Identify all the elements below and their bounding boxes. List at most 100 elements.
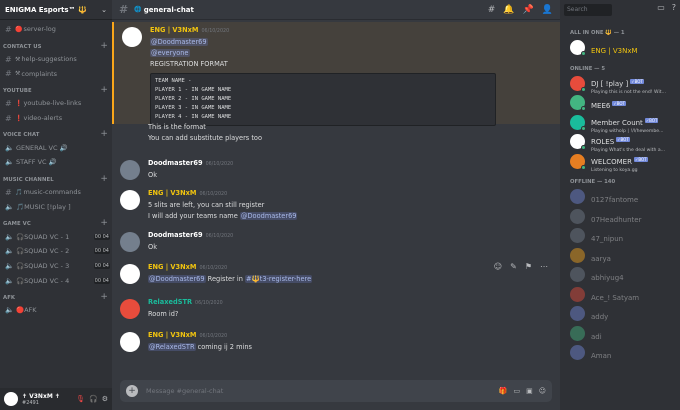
channel-label: 🎧SQUAD VC - 2	[16, 247, 70, 256]
add-channel-icon[interactable]: +	[100, 292, 108, 301]
channel-label: 🔴AFK	[16, 306, 37, 315]
channel-item-5[interactable]: # ❗ youtube-live-links	[0, 96, 112, 111]
bell-icon[interactable]: 🔔	[503, 5, 514, 15]
add-channel-icon[interactable]: +	[100, 219, 108, 228]
gif-icon[interactable]: ▭	[513, 387, 520, 395]
add-channel-icon[interactable]: +	[100, 174, 108, 183]
add-reaction-icon[interactable]: ☺	[494, 262, 502, 271]
channel-item-0[interactable]: # 🔴 server-log	[0, 22, 112, 37]
channel-item-14[interactable]: 🔈 🎧SQUAD VC - 1 00 04	[0, 229, 112, 244]
member-item[interactable]: 47_nipun	[560, 226, 680, 246]
avatar[interactable]	[120, 232, 140, 252]
category-4[interactable]: YOUTUBE +	[0, 81, 112, 96]
avatar[interactable]	[122, 27, 142, 47]
message-timestamp: 06/10/2020	[201, 29, 230, 34]
member-item[interactable]: aarya	[560, 246, 680, 266]
member-item[interactable]: Ace_! Satyam	[560, 285, 680, 305]
message-text: I will add your teams name	[148, 212, 240, 220]
member-item[interactable]: addy	[560, 304, 680, 324]
member-name: adi	[591, 332, 602, 341]
avatar[interactable]	[120, 332, 140, 352]
channel-item-6[interactable]: # ❗ video-alerts	[0, 111, 112, 126]
message-author[interactable]: Doodmaster69	[148, 159, 203, 167]
mute-icon[interactable]: 🎙	[76, 395, 85, 403]
message-text: You can add substitute players too	[148, 134, 262, 142]
inbox-icon[interactable]: ▭	[657, 3, 665, 12]
mention[interactable]: @Doodmaster69	[150, 38, 208, 46]
channel-label: 🎧SQUAD VC - 1	[16, 232, 70, 241]
headphones-icon[interactable]: 🎧	[89, 395, 98, 403]
message-timestamp: 06/10/2020	[205, 162, 234, 167]
message-author[interactable]: ENG | V3NxM	[148, 263, 196, 271]
gift-icon[interactable]: 🎁	[499, 387, 508, 395]
mention[interactable]: @everyone	[150, 49, 190, 57]
sticker-icon[interactable]: ▣	[526, 387, 533, 395]
channel-item-15[interactable]: 🔈 🎧SQUAD VC - 2 00 04	[0, 244, 112, 259]
emoji-icon[interactable]: ☺	[539, 387, 546, 395]
gear-icon[interactable]: ⚙	[102, 395, 108, 403]
search-input[interactable]: Search	[564, 4, 612, 16]
message-author[interactable]: ENG | V3NxM	[150, 26, 198, 34]
avatar[interactable]	[120, 264, 140, 284]
channel-item-3[interactable]: # ⚒ complaints	[0, 66, 112, 81]
server-header[interactable]: ENIGMA Esports™ 🔱 ⌄	[0, 0, 112, 20]
channel-item-8[interactable]: 🔈 GENERAL VC 🔊	[0, 140, 112, 155]
mention[interactable]: @RelaxedSTR	[148, 343, 196, 351]
threads-icon[interactable]: #	[488, 5, 496, 15]
avatar	[570, 286, 585, 302]
mention[interactable]: @Doodmaster69	[239, 212, 298, 220]
help-icon[interactable]: ?	[672, 3, 676, 12]
category-13[interactable]: GAME VC +	[0, 214, 112, 229]
member-item[interactable]: WELCOMER ✓BOT Listening to koya.gg	[560, 152, 680, 173]
message-input[interactable]: + Message #general-chat 🎁 ▭ ▣ ☺	[120, 380, 552, 402]
member-item[interactable]: DJ [ !play ] ✓BOT Playing this is not the …	[560, 74, 680, 95]
pin-icon[interactable]: ⚑	[525, 262, 532, 271]
message-author[interactable]: Doodmaster69	[148, 231, 203, 239]
channel-item-12[interactable]: 🔈 🎵MUSIC [!play ]	[0, 200, 112, 215]
channel-mention[interactable]: #🔱t3-register-here	[245, 275, 313, 283]
status-dot	[581, 86, 586, 92]
channel-item-16[interactable]: 🔈 🎧SQUAD VC - 3 00 04	[0, 259, 112, 274]
avatar[interactable]	[120, 190, 140, 210]
attach-plus-icon[interactable]: +	[126, 385, 138, 397]
voice-user-count: 00 04	[93, 248, 110, 255]
avatar	[570, 267, 585, 283]
message-6: RelaxedSTR 06/10/2020 Room id?	[112, 297, 560, 320]
voice-user-count: 00 04	[93, 277, 110, 284]
channel-item-19[interactable]: 🔈 🔴AFK	[0, 303, 112, 318]
member-item[interactable]: Aman	[560, 343, 680, 363]
channel-item-17[interactable]: 🔈 🎧SQUAD VC - 4 00 04	[0, 273, 112, 288]
category-7[interactable]: VOICE CHAT +	[0, 125, 112, 140]
add-channel-icon[interactable]: +	[100, 86, 108, 95]
code-block: TEAM NAME - PLAYER 1 - IN GAME NAME PLAYER…	[150, 73, 496, 126]
message-author[interactable]: RelaxedSTR	[148, 298, 192, 306]
avatar[interactable]	[120, 160, 140, 180]
avatar[interactable]	[4, 392, 18, 406]
members-icon[interactable]: 👤	[542, 5, 553, 15]
category-18[interactable]: AFK +	[0, 288, 112, 303]
add-channel-icon[interactable]: +	[100, 41, 108, 50]
avatar[interactable]	[120, 299, 140, 319]
message-author[interactable]: ENG | V3NxM	[148, 189, 196, 197]
member-item[interactable]: 0127fantome	[560, 187, 680, 207]
channel-item-2[interactable]: # ⚒ help-suggestions	[0, 52, 112, 67]
member-item[interactable]: abhiyug4	[560, 265, 680, 285]
member-item[interactable]: 07Headhunter	[560, 207, 680, 227]
member-item[interactable]: ENG | V3NxM	[560, 38, 680, 58]
member-name: WELCOMER	[591, 157, 632, 166]
edit-icon[interactable]: ✎	[510, 262, 517, 271]
pin-icon[interactable]: 📌	[523, 5, 534, 15]
more-icon[interactable]: ⋯	[540, 262, 548, 271]
message-line: @RelaxedSTR coming ij 2 mins	[148, 342, 560, 353]
chevron-down-icon[interactable]: ⌄	[101, 6, 107, 14]
add-channel-icon[interactable]: +	[100, 130, 108, 139]
username: ✝ V3NxM ✝	[22, 392, 60, 400]
channel-item-11[interactable]: # 🎵 music-commands	[0, 185, 112, 200]
mention[interactable]: @Doodmaster69	[148, 275, 206, 283]
category-1[interactable]: CONTACT US +	[0, 37, 112, 52]
channel-emoji: 🔴	[15, 25, 23, 33]
channel-item-9[interactable]: 🔈 STAFF VC 🔊	[0, 155, 112, 170]
category-10[interactable]: MUSIC CHANNEL +	[0, 170, 112, 185]
member-item[interactable]: adi	[560, 324, 680, 344]
message-author[interactable]: ENG | V3NxM	[148, 331, 196, 339]
